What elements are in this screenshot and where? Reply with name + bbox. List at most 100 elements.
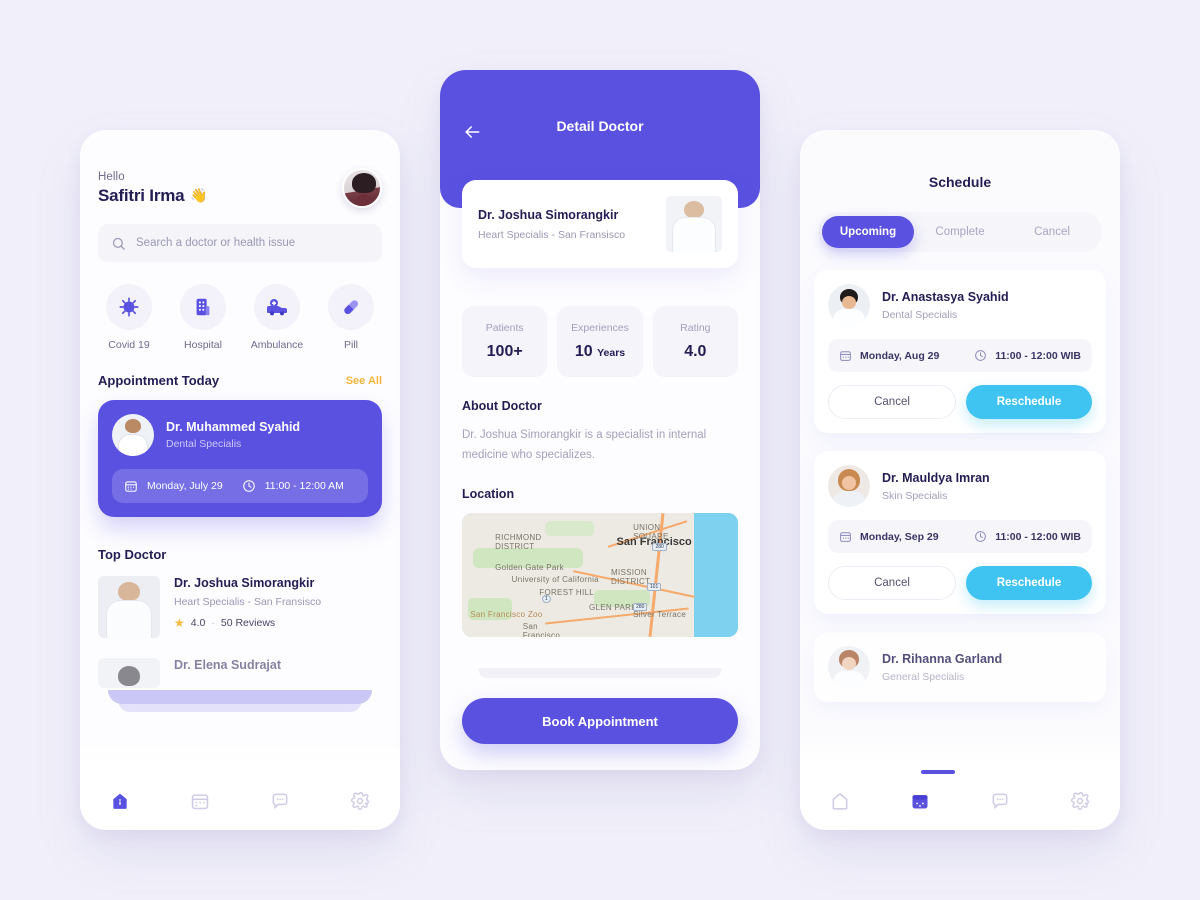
cancel-button[interactable]: Cancel: [828, 566, 956, 600]
schedule-card[interactable]: Dr. Anastasya Syahid Dental Specialis Mo…: [814, 270, 1106, 433]
nav-chat-icon[interactable]: [990, 791, 1010, 811]
search-placeholder: Search a doctor or health issue: [136, 237, 296, 249]
canvas: Hello Safitri Irma 👋 Search a doctor or …: [0, 0, 1200, 900]
ambulance-icon: [254, 284, 300, 330]
list-item[interactable]: Dr. Joshua Simorangkir Heart Specialis -…: [98, 576, 382, 638]
greeting-row: Hello Safitri Irma 👋: [80, 130, 400, 208]
doctor-summary-card[interactable]: Dr. Joshua Simorangkir Heart Specialis -…: [462, 180, 738, 268]
book-appointment-button[interactable]: Book Appointment: [462, 698, 738, 744]
schedule-datetime: Monday, Sep 29 11:00 - 12:00 WIB: [828, 520, 1092, 553]
doctor-photo: [666, 196, 722, 252]
stat-number: 4.0: [684, 343, 707, 360]
doctor-specialty: Dental Specialis: [882, 308, 958, 321]
doctor-name: Dr. Joshua Simorangkir: [478, 207, 619, 222]
map-label: Silver Terrace: [633, 609, 687, 619]
tab-upcoming[interactable]: Upcoming: [822, 216, 914, 248]
scroll-fade: [80, 740, 400, 774]
tab-cancel[interactable]: Cancel: [1006, 216, 1098, 248]
appointment-section-header: Appointment Today See All: [80, 351, 400, 388]
category-label: Hospital: [184, 339, 222, 351]
doctor-photo: [98, 658, 160, 688]
map-label: MISSION DISTRICT: [611, 567, 651, 586]
doctor-name: Dr. Anastasya Syahid: [882, 289, 1009, 304]
page-title: Schedule: [928, 174, 992, 190]
schedule-date: Monday, Aug 29: [860, 349, 940, 362]
schedule-datetime: Monday, Aug 29 11:00 - 12:00 WIB: [828, 339, 1092, 372]
scroll-fade: [800, 732, 1120, 772]
schedule-tabs: Upcoming Complete Cancel: [818, 212, 1102, 252]
search-input[interactable]: Search a doctor or health issue: [98, 224, 382, 262]
map-label: UNION SQUARE: [633, 523, 669, 542]
see-all-link[interactable]: See All: [346, 375, 382, 387]
calendar-icon: [839, 530, 852, 543]
route-shield: 101: [646, 582, 662, 591]
doctor-avatar: [828, 284, 870, 326]
avatar[interactable]: [342, 168, 382, 208]
nav-gear-icon[interactable]: [1070, 791, 1090, 811]
reschedule-button[interactable]: Reschedule: [966, 566, 1092, 600]
cancel-button[interactable]: Cancel: [828, 385, 956, 419]
about-text: Dr. Joshua Simorangkir is a specialist i…: [462, 429, 707, 462]
home-screen: Hello Safitri Irma 👋 Search a doctor or …: [80, 130, 400, 830]
schedule-screen: Schedule Upcoming Complete Cancel Dr. An…: [800, 130, 1120, 830]
detail-doctor-screen: Detail Doctor Dr. Joshua Simorangkir Hea…: [440, 70, 760, 770]
appointment-card[interactable]: Dr. Muhammed Syahid Dental Specialis Mon…: [98, 400, 382, 517]
doctor-specialty: General Specialis: [882, 670, 965, 683]
card-doctor: Dr. Anastasya Syahid Dental Specialis: [828, 284, 1092, 326]
about-title: About Doctor: [462, 399, 542, 413]
schedule-time: 11:00 - 12:00 WIB: [995, 349, 1081, 362]
schedule-card[interactable]: Dr. Mauldya Imran Skin Specialis Monday,…: [814, 451, 1106, 614]
stat-label: Experiences: [571, 322, 629, 334]
virus-icon: [106, 284, 152, 330]
category-hospital[interactable]: Hospital: [174, 284, 232, 351]
category-ambulance[interactable]: Ambulance: [248, 284, 306, 351]
review-count: 50 Reviews: [220, 617, 276, 629]
location-title: Location: [462, 487, 515, 502]
map-label: San Francisco Zoo: [470, 609, 543, 619]
card-actions: Cancel Reschedule: [828, 566, 1092, 600]
calendar-icon: [839, 349, 852, 362]
category-label: Pill: [343, 339, 358, 351]
reschedule-button[interactable]: Reschedule: [966, 385, 1092, 419]
nav-calendar-icon[interactable]: [190, 791, 210, 811]
map-label: RICHMOND DISTRICT: [495, 533, 542, 552]
map-label: Golden Gate Park: [495, 562, 564, 572]
doctor-name: Dr. Mauldya Imran: [882, 470, 990, 485]
doctor-rating: ★ 4.0 · 50 Reviews: [174, 616, 321, 630]
nav-home-icon[interactable]: [110, 791, 130, 811]
bottom-navigation: [80, 772, 400, 830]
search-icon: [111, 236, 126, 251]
star-icon: ★: [174, 616, 185, 630]
card-stack-shadow: [478, 668, 722, 678]
doctor-name: Dr. Rihanna Garland: [882, 651, 1003, 666]
schedule-time: 11:00 - 12:00 WIB: [995, 530, 1081, 543]
category-covid19[interactable]: Covid 19: [100, 284, 158, 351]
schedule-card[interactable]: Dr. Rihanna Garland General Specialis: [814, 632, 1106, 702]
nav-chat-icon[interactable]: [270, 791, 290, 811]
location-map[interactable]: San Francisco RICHMOND DISTRICT Golden G…: [462, 513, 738, 638]
hospital-icon: [180, 284, 226, 330]
route-shield: 280: [652, 543, 667, 551]
section-title: Appointment Today: [98, 373, 220, 388]
category-pill[interactable]: Pill: [322, 284, 380, 351]
doctor-avatar: [112, 414, 154, 456]
separator: ·: [211, 617, 215, 629]
schedule-date: Monday, Sep 29: [860, 530, 939, 543]
nav-gear-icon[interactable]: [350, 791, 370, 811]
greeting-block: Hello Safitri Irma 👋: [98, 171, 208, 206]
doctor-name: Dr. Elena Sudrajat: [174, 658, 281, 672]
stat-unit: Years: [597, 347, 626, 359]
doctor-photo: [98, 576, 160, 638]
map-water: [693, 513, 738, 638]
nav-calendar-icon[interactable]: [910, 791, 930, 811]
stat-number: 100+: [486, 343, 523, 360]
tab-complete[interactable]: Complete: [914, 216, 1006, 248]
map-label: University of California: [511, 575, 599, 585]
doctor-specialty: Heart Specialis - San Fransisco: [478, 228, 626, 241]
doctor-specialty: Heart Specialis - San Fransisco: [174, 596, 322, 608]
list-item[interactable]: Dr. Elena Sudrajat: [98, 658, 382, 688]
card-doctor: Dr. Mauldya Imran Skin Specialis: [828, 465, 1092, 507]
user-name-text: Safitri Irma: [98, 185, 185, 205]
nav-home-icon[interactable]: [830, 791, 850, 811]
card-stack-mid: [108, 690, 372, 704]
